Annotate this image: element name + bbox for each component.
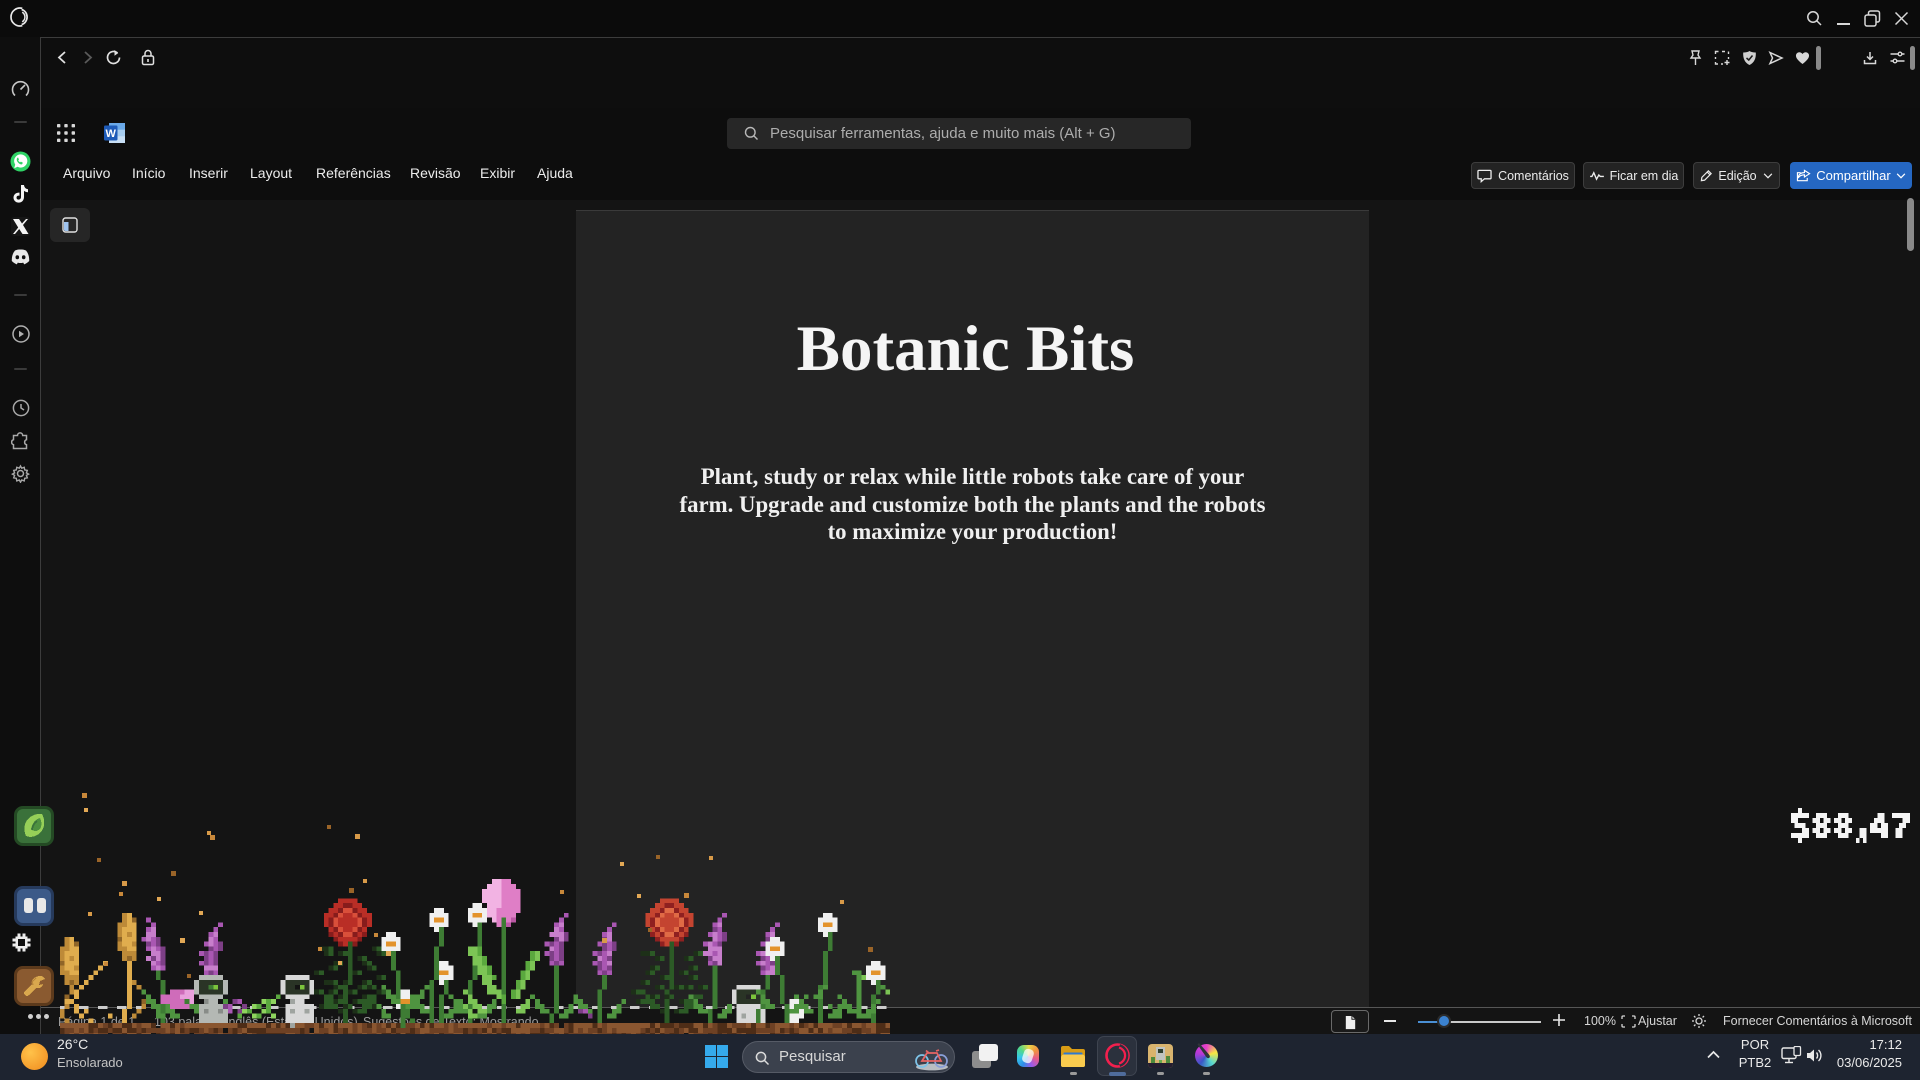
- svg-text:W: W: [106, 128, 117, 140]
